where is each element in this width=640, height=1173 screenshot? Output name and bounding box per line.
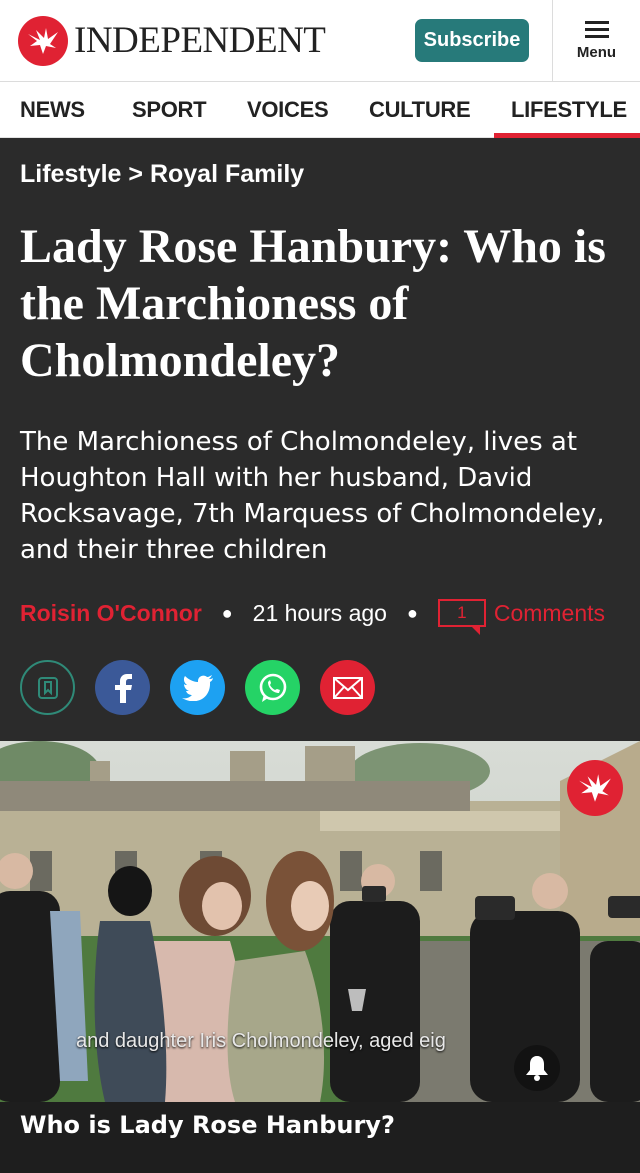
nav-item-sport[interactable]: SPORT xyxy=(132,82,207,138)
breadcrumb: Lifestyle > Royal Family xyxy=(20,160,304,189)
twitter-icon xyxy=(181,674,213,701)
eagle-watermark-icon xyxy=(567,760,623,816)
section-nav: NEWS SPORT VOICES CULTURE LIFESTYLE xyxy=(0,82,640,138)
whatsapp-icon xyxy=(259,673,286,702)
site-header: INDEPENDENT Subscribe Menu xyxy=(0,0,640,82)
article-standfirst: The Marchioness of Cholmondeley, lives a… xyxy=(20,427,605,565)
menu-button[interactable]: Menu xyxy=(553,0,640,82)
bookmark-button[interactable] xyxy=(20,660,75,715)
comment-count: 1 xyxy=(457,603,467,622)
article-subheading: Who is Lady Rose Hanbury? xyxy=(20,1111,395,1139)
comments-link[interactable]: 1 Comments xyxy=(437,599,606,635)
logo-text: INDEPENDENT xyxy=(74,20,326,61)
share-bar xyxy=(20,660,395,715)
email-share-button[interactable] xyxy=(320,660,375,715)
meta-dot: ● xyxy=(221,602,233,623)
hero-caption: and daughter Iris Cholmondeley, aged eig xyxy=(76,1030,446,1052)
facebook-icon xyxy=(114,673,132,703)
bookmark-icon xyxy=(37,676,58,699)
nav-item-voices[interactable]: VOICES xyxy=(247,82,329,138)
comment-bubble-icon: 1 xyxy=(437,599,486,635)
site-logo[interactable]: INDEPENDENT xyxy=(18,16,326,66)
eagle-logo-icon xyxy=(18,16,68,66)
email-icon xyxy=(332,676,363,699)
author-link[interactable]: Roisin O'Connor xyxy=(20,600,202,627)
nav-item-culture[interactable]: CULTURE xyxy=(369,82,471,138)
meta-dot: ● xyxy=(406,602,418,623)
breadcrumb-separator: > xyxy=(128,160,143,188)
hamburger-icon xyxy=(584,21,609,38)
comments-label: Comments xyxy=(493,599,606,626)
breadcrumb-section[interactable]: Lifestyle xyxy=(20,160,121,188)
publish-time: 21 hours ago xyxy=(252,599,387,626)
notification-bell-button[interactable] xyxy=(514,1045,560,1091)
nav-item-news[interactable]: NEWS xyxy=(20,82,85,138)
breadcrumb-subsection[interactable]: Royal Family xyxy=(150,160,304,188)
subscribe-button[interactable]: Subscribe xyxy=(415,19,529,62)
article-title: Lady Rose Hanbury: Who is the Marchiones… xyxy=(20,220,606,387)
menu-label: Menu xyxy=(576,44,617,61)
bell-icon xyxy=(526,1056,548,1081)
nav-item-lifestyle[interactable]: LIFESTYLE xyxy=(494,82,640,138)
twitter-share-button[interactable] xyxy=(170,660,225,715)
facebook-share-button[interactable] xyxy=(95,660,150,715)
article-meta: Roisin O'Connor ● 21 hours ago ● 1 Comme… xyxy=(20,596,606,635)
whatsapp-share-button[interactable] xyxy=(245,660,300,715)
